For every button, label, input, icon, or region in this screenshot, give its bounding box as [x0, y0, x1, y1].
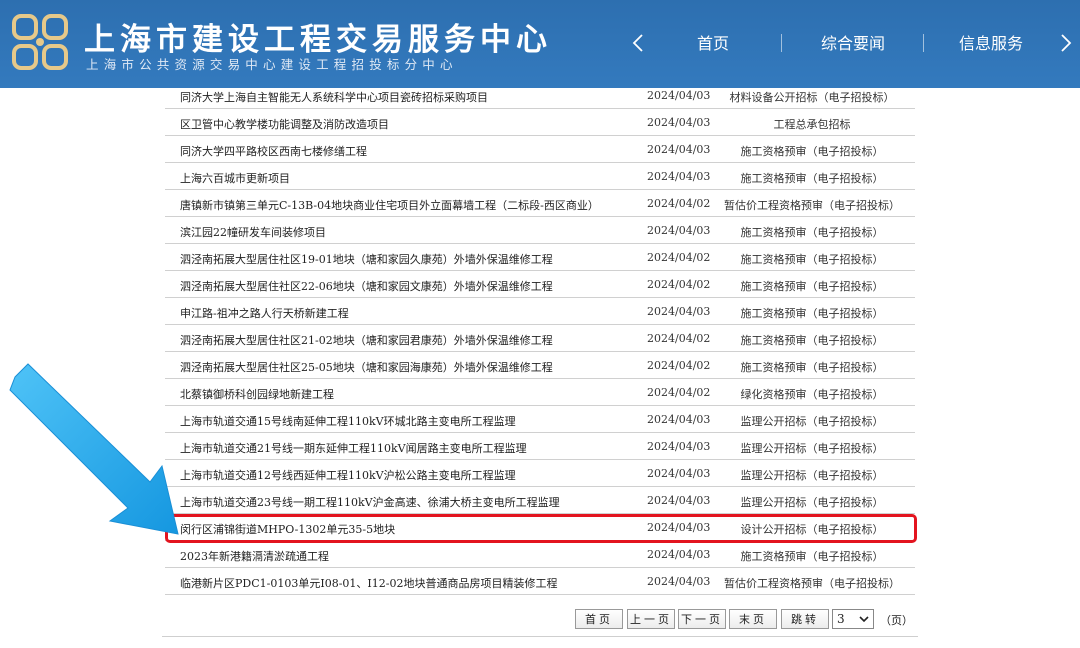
page-select-value: 3: [837, 612, 845, 626]
row-title[interactable]: 上海市轨道交通23号线一期工程110kV沪金高速、徐浦大桥主变电所工程监理: [180, 494, 560, 510]
chevron-down-icon: [859, 616, 869, 623]
row-type: 暂估价工程资格预审（电子招投标）: [724, 199, 900, 212]
row-date: 2024/04/03: [647, 575, 711, 588]
row-date: 2024/04/03: [647, 440, 711, 453]
table-row[interactable]: 区卫管中心教学楼功能调整及消防改造项目 2024/04/03 工程总承包招标: [165, 109, 915, 136]
table-row[interactable]: 上海市轨道交通15号线南延伸工程110kV环城北路主变电所工程监理 2024/04…: [165, 406, 915, 433]
table-row[interactable]: 泗泾南拓展大型居住社区25-05地块（塘和家园海康苑）外墙外保温维修工程 2024…: [165, 352, 915, 379]
row-type: 设计公开招标（电子招投标）: [740, 523, 884, 536]
row-date: 2024/04/03: [647, 143, 711, 156]
row-title[interactable]: 同济大学上海自主智能无人系统科学中心项目瓷砖招标采购项目: [180, 89, 488, 105]
row-date: 2024/04/03: [647, 413, 711, 426]
row-title[interactable]: 同济大学四平路校区西南七楼修缮工程: [180, 143, 367, 159]
row-title[interactable]: 北蔡镇御桥科创园绿地新建工程: [180, 386, 334, 402]
site-subtitle: 上海市公共资源交易中心建设工程招投标分中心: [86, 57, 458, 72]
main-nav: 首页 综合要闻 信息服务: [628, 28, 1080, 58]
row-title[interactable]: 上海市轨道交通21号线一期东延伸工程110kV闻居路主变电所工程监理: [180, 440, 527, 456]
row-title[interactable]: 泗泾南拓展大型居住社区19-01地块（塘和家园久康苑）外墙外保温维修工程: [180, 251, 553, 267]
table-row[interactable]: 2023年新港籍滆清淤疏通工程 2024/04/03 施工资格预审（电子招投标）: [165, 541, 915, 568]
nav-next-chevron-icon[interactable]: [1056, 28, 1076, 58]
row-date: 2024/04/03: [647, 494, 711, 507]
row-type: 绿化资格预审（电子招投标）: [740, 388, 884, 401]
row-date: 2024/04/03: [647, 116, 711, 129]
tender-list: 同济大学上海自主智能无人系统科学中心项目瓷砖招标采购项目 2024/04/03 材料…: [165, 82, 915, 595]
row-type: 施工资格预审（电子招投标）: [740, 307, 884, 320]
row-title[interactable]: 临港新片区PDC1-0103单元I08-01、I12-02地块普通商品房项目精装…: [180, 575, 557, 591]
table-row[interactable]: 上海市轨道交通21号线一期东延伸工程110kV闻居路主变电所工程监理 2024/0…: [165, 433, 915, 460]
table-row[interactable]: 唐镇新市镇第三单元C-13B-04地块商业住宅项目外立面幕墙工程（二标段-西区商…: [165, 190, 915, 217]
row-date: 2024/04/02: [647, 251, 711, 264]
table-row[interactable]: 同济大学四平路校区西南七楼修缮工程 2024/04/03 施工资格预审（电子招投标）: [165, 136, 915, 163]
next-page-button[interactable]: 下一页: [678, 609, 726, 629]
nav-divider: [781, 34, 782, 52]
row-type: 监理公开招标（电子招投标）: [740, 469, 884, 482]
row-type: 施工资格预审（电子招投标）: [740, 361, 884, 374]
row-date: 2024/04/03: [647, 89, 711, 102]
row-type: 暂估价工程资格预审（电子招投标）: [724, 577, 900, 590]
table-row[interactable]: 上海市轨道交通12号线西延伸工程110kV沪松公路主变电所工程监理 2024/04…: [165, 460, 915, 487]
page-select[interactable]: 3: [832, 609, 874, 629]
row-type: 施工资格预审（电子招投标）: [740, 172, 884, 185]
nav-item-news[interactable]: 综合要闻: [821, 30, 885, 54]
page-suffix: （页）: [880, 614, 913, 627]
jump-button[interactable]: 跳转: [781, 609, 829, 629]
row-date: 2024/04/02: [647, 197, 711, 210]
table-row[interactable]: 临港新片区PDC1-0103单元I08-01、I12-02地块普通商品房项目精装…: [165, 568, 915, 595]
row-title[interactable]: 闵行区浦锦街道MHPO-1302单元35-5地块: [180, 521, 395, 537]
nav-divider: [923, 34, 924, 52]
row-title[interactable]: 泗泾南拓展大型居住社区21-02地块（塘和家园君康苑）外墙外保温维修工程: [180, 332, 553, 348]
table-row[interactable]: 泗泾南拓展大型居住社区22-06地块（塘和家园文康苑）外墙外保温维修工程 2024…: [165, 271, 915, 298]
table-row[interactable]: 泗泾南拓展大型居住社区21-02地块（塘和家园君康苑）外墙外保温维修工程 2024…: [165, 325, 915, 352]
table-row[interactable]: 北蔡镇御桥科创园绿地新建工程 2024/04/02 绿化资格预审（电子招投标）: [165, 379, 915, 406]
row-type: 监理公开招标（电子招投标）: [740, 442, 884, 455]
row-type: 施工资格预审（电子招投标）: [740, 145, 884, 158]
row-title[interactable]: 区卫管中心教学楼功能调整及消防改造项目: [180, 116, 389, 132]
row-date: 2024/04/03: [647, 467, 711, 480]
row-title[interactable]: 唐镇新市镇第三单元C-13B-04地块商业住宅项目外立面幕墙工程（二标段-西区商…: [180, 197, 599, 213]
row-title[interactable]: 上海市轨道交通12号线西延伸工程110kV沪松公路主变电所工程监理: [180, 467, 516, 483]
row-type: 施工资格预审（电子招投标）: [740, 334, 884, 347]
last-page-button[interactable]: 末页: [729, 609, 777, 629]
row-title[interactable]: 上海六百城市更新项目: [180, 170, 290, 186]
row-date: 2024/04/02: [647, 359, 711, 372]
table-row-highlighted[interactable]: 闵行区浦锦街道MHPO-1302单元35-5地块 2024/04/03 设计公开招标…: [165, 514, 915, 541]
row-title[interactable]: 2023年新港籍滆清淤疏通工程: [180, 548, 329, 564]
nav-item-home[interactable]: 首页: [697, 30, 729, 54]
row-date: 2024/04/03: [647, 170, 711, 183]
row-type: 监理公开招标（电子招投标）: [740, 496, 884, 509]
prev-page-button[interactable]: 上一页: [627, 609, 675, 629]
row-type: 材料设备公开招标（电子招投标）: [729, 91, 895, 104]
site-title: 上海市建设工程交易服务中心: [84, 22, 552, 58]
site-header: 上海市建设工程交易服务中心 上海市公共资源交易中心建设工程招投标分中心 首页 综…: [0, 0, 1080, 88]
table-row[interactable]: 申江路-祖冲之路人行天桥新建工程 2024/04/03 施工资格预审（电子招投标）: [165, 298, 915, 325]
row-type: 监理公开招标（电子招投标）: [740, 415, 884, 428]
divider: [162, 636, 918, 637]
row-title[interactable]: 滨江园22幢研发车间装修项目: [180, 224, 326, 240]
row-title[interactable]: 申江路-祖冲之路人行天桥新建工程: [180, 305, 349, 321]
table-row[interactable]: 滨江园22幢研发车间装修项目 2024/04/03 施工资格预审（电子招投标）: [165, 217, 915, 244]
row-title[interactable]: 泗泾南拓展大型居住社区22-06地块（塘和家园文康苑）外墙外保温维修工程: [180, 278, 553, 294]
row-type: 工程总承包招标: [773, 118, 851, 131]
row-type: 施工资格预审（电子招投标）: [740, 550, 884, 563]
table-row[interactable]: 上海六百城市更新项目 2024/04/03 施工资格预审（电子招投标）: [165, 163, 915, 190]
row-date: 2024/04/02: [647, 386, 711, 399]
row-date: 2024/04/03: [647, 305, 711, 318]
row-date: 2024/04/02: [647, 332, 711, 345]
row-type: 施工资格预审（电子招投标）: [740, 280, 884, 293]
row-title[interactable]: 泗泾南拓展大型居住社区25-05地块（塘和家园海康苑）外墙外保温维修工程: [180, 359, 553, 375]
row-date: 2024/04/03: [647, 548, 711, 561]
nav-prev-chevron-icon[interactable]: [628, 28, 648, 58]
row-date: 2024/04/03: [647, 521, 711, 534]
first-page-button[interactable]: 首页: [575, 609, 623, 629]
row-type: 施工资格预审（电子招投标）: [740, 226, 884, 239]
site-logo-icon: [12, 14, 68, 70]
row-date: 2024/04/02: [647, 278, 711, 291]
nav-item-info-services[interactable]: 信息服务: [959, 30, 1023, 54]
row-title[interactable]: 上海市轨道交通15号线南延伸工程110kV环城北路主变电所工程监理: [180, 413, 516, 429]
row-type: 施工资格预审（电子招投标）: [740, 253, 884, 266]
table-row[interactable]: 上海市轨道交通23号线一期工程110kV沪金高速、徐浦大桥主变电所工程监理 202…: [165, 487, 915, 514]
table-row[interactable]: 泗泾南拓展大型居住社区19-01地块（塘和家园久康苑）外墙外保温维修工程 2024…: [165, 244, 915, 271]
row-date: 2024/04/03: [647, 224, 711, 237]
